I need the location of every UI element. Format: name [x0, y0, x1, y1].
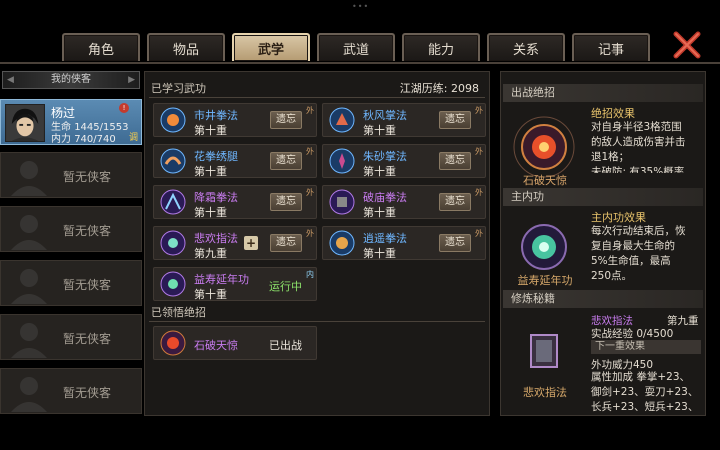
skill-card[interactable]: 朱砂掌法 第十重 遗忘 外: [322, 144, 486, 178]
character-portrait: [5, 104, 45, 142]
tab-items[interactable]: 物品: [147, 33, 225, 61]
empty-silhouette-icon: [11, 269, 47, 304]
ultimate-skill-icon: [160, 330, 186, 356]
skill-card[interactable]: 花拳绣腿 第十重 遗忘 外: [153, 144, 317, 178]
attribute-bonus: 属性加成 拳掌+23、 御剑+23、耍刀+23、 长兵+23、短兵+23、: [591, 371, 699, 413]
tab-journal[interactable]: 记事: [572, 33, 650, 61]
forget-button[interactable]: 遗忘: [439, 152, 471, 170]
external-tag: 外: [306, 188, 314, 197]
character-mp: 内力 740/740: [51, 134, 116, 145]
external-tag: 外: [306, 229, 314, 238]
experience-row: 实战经验 0/4500: [591, 328, 674, 340]
character-card-selected[interactable]: 杨过 生命 1445/1553 内力 740/740 ! 调: [0, 99, 142, 145]
forget-button[interactable]: 遗忘: [270, 152, 302, 170]
external-tag: 外: [475, 147, 483, 156]
skill-card[interactable]: 破庙拳法 第十重 遗忘 外: [322, 185, 486, 219]
internal-tag: 内: [306, 270, 314, 279]
empty-silhouette-icon: [11, 161, 47, 196]
forget-button[interactable]: 遗忘: [270, 193, 302, 211]
longevity-skill-icon: [160, 271, 186, 297]
carefree-fist-icon: [329, 230, 355, 256]
empty-hero-slot[interactable]: 暂无侠客: [0, 206, 142, 252]
empty-hero-slot[interactable]: 暂无侠客: [0, 260, 142, 306]
main-tabs: 角色 物品 武学 武道 能力 关系 记事: [62, 33, 650, 63]
forget-button[interactable]: 遗忘: [270, 111, 302, 129]
learned-section-title: 已学习武功: [151, 82, 206, 95]
manual-book-icon: [530, 334, 558, 368]
palm-skill-icon: [329, 107, 355, 133]
alert-badge: !: [119, 103, 129, 113]
skill-card[interactable]: 降霜拳法 第十重 遗忘 外: [153, 185, 317, 219]
close-icon[interactable]: [672, 30, 702, 60]
ultimate-card[interactable]: 石破天惊 已出战: [153, 326, 317, 360]
palm-skill-icon: [329, 148, 355, 174]
external-tag: 外: [475, 106, 483, 115]
adjust-label[interactable]: 调: [129, 130, 138, 143]
deployed-status: 已出战: [269, 339, 302, 352]
chevron-left-icon[interactable]: ◀: [7, 72, 14, 88]
next-level-bar: 下一重效果: [591, 340, 701, 354]
training-header: 修炼秘籍: [503, 290, 703, 308]
learned-skills-panel: 已学习武功 江湖历练: 2098 市井拳法 第十重 遗忘 外 秋风掌法 第十重 …: [144, 71, 490, 416]
skill-card[interactable]: 逍遥拳法 第十重 遗忘 外: [322, 226, 486, 260]
finger-skill-icon: [160, 230, 186, 256]
tab-relations[interactable]: 关系: [487, 33, 565, 61]
main-inner-header: 主内功: [503, 188, 703, 206]
forget-button[interactable]: 遗忘: [439, 193, 471, 211]
skill-card[interactable]: 秋风掌法 第十重 遗忘 外: [322, 103, 486, 137]
tab-character[interactable]: 角色: [62, 33, 140, 61]
external-tag: 外: [306, 147, 314, 156]
ultimate-desc: 对自身半径3格范围 的敌人造成伤害并击 退1格； 未破防: 有35%概率: [591, 121, 686, 173]
battle-ultimate-header: 出战绝招: [503, 84, 703, 102]
inner-desc: 每次行动结束后，恢 复自身最大生命的 5%生命值，最高 250点。: [591, 225, 686, 282]
external-tag: 外: [306, 106, 314, 115]
tab-divider: [0, 62, 720, 64]
detail-panel: 出战绝招 石破天惊 绝招效果 对自身半径3格范围 的敌人造成伤害并击 退1格； …: [500, 71, 706, 416]
tab-abilities[interactable]: 能力: [402, 33, 480, 61]
external-tag: 外: [475, 229, 483, 238]
jianghu-experience: 江湖历练: 2098: [399, 82, 479, 95]
skill-card[interactable]: 悲欢指法 第九重 + 遗忘 外: [153, 226, 317, 260]
divider: [149, 321, 485, 322]
kick-skill-icon: [160, 148, 186, 174]
inner-skill-card[interactable]: 益寿延年功 第十重 运行中 内: [153, 267, 317, 301]
empty-silhouette-icon: [11, 377, 47, 412]
tab-martial-arts[interactable]: 武学: [232, 33, 310, 61]
empty-hero-slot[interactable]: 暂无侠客: [0, 314, 142, 360]
forget-button[interactable]: 遗忘: [270, 234, 302, 252]
top-handle-icon: •••: [352, 2, 370, 11]
upgrade-plus-button[interactable]: +: [244, 236, 258, 250]
skill-card[interactable]: 市井拳法 第十重 遗忘 外: [153, 103, 317, 137]
empty-silhouette-icon: [11, 215, 47, 250]
divider: [149, 97, 485, 98]
my-heroes-header: ◀ 我的侠客 ▶: [2, 71, 140, 89]
tab-martial-way[interactable]: 武道: [317, 33, 395, 61]
forget-button[interactable]: 遗忘: [439, 111, 471, 129]
empty-hero-slot[interactable]: 暂无侠客: [0, 368, 142, 414]
chevron-right-icon[interactable]: ▶: [128, 72, 135, 88]
frost-fist-icon: [160, 189, 186, 215]
empty-hero-slot[interactable]: 暂无侠客: [0, 152, 142, 198]
ultimate-section-title: 已领悟绝招: [151, 306, 206, 319]
forget-button[interactable]: 遗忘: [439, 234, 471, 252]
external-tag: 外: [475, 188, 483, 197]
empty-silhouette-icon: [11, 323, 47, 358]
running-status: 运行中: [269, 280, 302, 293]
fist-skill-icon: [160, 107, 186, 133]
temple-fist-icon: [329, 189, 355, 215]
